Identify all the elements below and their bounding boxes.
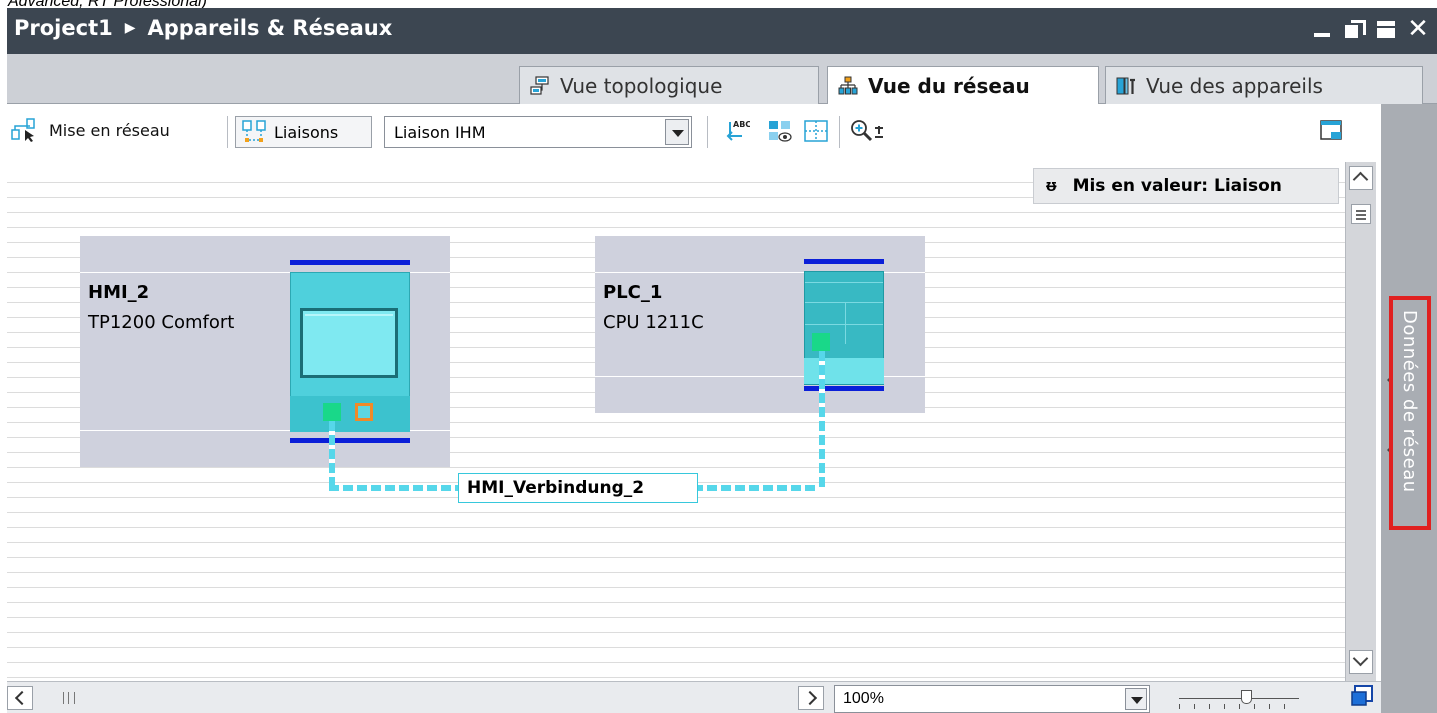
side-tab-label: Données de réseau bbox=[1399, 310, 1420, 493]
highlight-label: Mis en valeur: Liaison bbox=[1072, 176, 1282, 196]
close-icon[interactable]: ✕ bbox=[1407, 16, 1429, 42]
zoom-slider-ticks bbox=[1179, 704, 1299, 709]
devices-icon bbox=[1116, 77, 1135, 94]
maximize-icon[interactable] bbox=[1375, 18, 1397, 40]
tab-device-view[interactable]: Vue des appareils bbox=[1105, 66, 1423, 104]
plc-module-line bbox=[805, 324, 883, 325]
device-model: TP1200 Comfort bbox=[88, 312, 235, 333]
hmi-panel-base bbox=[290, 396, 410, 432]
bottom-bar: 100% bbox=[7, 681, 1381, 713]
scroll-up-button[interactable] bbox=[1349, 166, 1373, 190]
show-interfaces-icon[interactable] bbox=[767, 118, 793, 144]
zoom-slider[interactable] bbox=[1179, 690, 1299, 710]
connections-icon bbox=[242, 120, 266, 142]
hmi-ethernet-port-icon[interactable] bbox=[323, 403, 341, 421]
device-name: PLC_1 bbox=[603, 282, 663, 303]
toolbar-separator bbox=[839, 116, 840, 148]
zoom-slider-thumb[interactable] bbox=[1241, 690, 1252, 704]
networking-icon bbox=[11, 118, 35, 142]
breadcrumb: Project1 ▶ Appareils & Réseaux bbox=[14, 16, 392, 40]
horizontal-scroll-thumb[interactable] bbox=[63, 692, 75, 704]
hmi-screen-icon bbox=[300, 308, 398, 378]
overview-navigation-icon[interactable] bbox=[1350, 684, 1376, 710]
zoom-select[interactable]: 100% bbox=[834, 685, 1150, 713]
connection-label[interactable]: HMI_Verbindung_2 bbox=[458, 473, 698, 503]
hmi-bottom-bus-bar bbox=[290, 438, 410, 443]
networking-button[interactable]: Mise en réseau bbox=[11, 118, 170, 142]
scroll-thumb[interactable] bbox=[1351, 204, 1371, 224]
title-bar: Project1 ▶ Appareils & Réseaux ✕ bbox=[7, 8, 1437, 54]
window-controls: ✕ bbox=[1311, 16, 1429, 42]
scroll-left-button[interactable] bbox=[7, 686, 33, 710]
layout-panel-icon[interactable] bbox=[1319, 118, 1345, 144]
plc-bottom-bus-bar bbox=[804, 386, 884, 391]
network-toolbar: Mise en réseau Liaisons Liaison IHM ABC bbox=[7, 104, 1382, 162]
plc-module-base bbox=[804, 358, 884, 384]
tab-label: Vue du réseau bbox=[868, 74, 1030, 98]
topology-icon bbox=[530, 75, 549, 95]
highlight-badge[interactable]: ᵿ Mis en valeur: Liaison bbox=[1033, 168, 1339, 204]
network-data-side-tab[interactable]: Données de réseau bbox=[1389, 296, 1431, 530]
hmi-top-bus-bar bbox=[290, 260, 410, 265]
zoom-slider-track bbox=[1179, 698, 1299, 699]
connection-line[interactable] bbox=[329, 421, 335, 491]
breadcrumb-section[interactable]: Appareils & Réseaux bbox=[148, 16, 393, 40]
connection-line[interactable] bbox=[819, 351, 825, 491]
vertical-scrollbar[interactable] bbox=[1345, 162, 1376, 681]
pin-icon[interactable]: ᵿ bbox=[1046, 176, 1057, 196]
connections-button[interactable]: Liaisons bbox=[235, 116, 372, 148]
plc-ethernet-port-icon[interactable] bbox=[812, 333, 830, 351]
breadcrumb-separator-icon: ▶ bbox=[124, 20, 136, 36]
toolbar-separator bbox=[707, 116, 708, 148]
connections-label: Liaisons bbox=[274, 122, 339, 142]
breadcrumb-project[interactable]: Project1 bbox=[14, 16, 113, 40]
scroll-right-button[interactable] bbox=[798, 686, 824, 710]
chevron-down-icon[interactable] bbox=[1125, 688, 1147, 710]
plc-module-line bbox=[805, 282, 883, 283]
network-icon bbox=[838, 76, 858, 95]
tab-network-view[interactable]: Vue du réseau bbox=[827, 66, 1099, 105]
connection-type-select[interactable]: Liaison IHM bbox=[384, 116, 692, 148]
plc-top-bus-bar bbox=[804, 259, 884, 264]
zoom-in-icon[interactable] bbox=[849, 118, 889, 144]
tab-topology-view[interactable]: Vue topologique bbox=[519, 66, 819, 104]
device-name: HMI_2 bbox=[88, 282, 150, 303]
scroll-down-button[interactable] bbox=[1349, 650, 1373, 674]
float-window-icon[interactable] bbox=[1343, 18, 1366, 40]
networking-label: Mise en réseau bbox=[49, 120, 170, 140]
view-tab-bar: Vue topologique Vue du réseau Vue des ap… bbox=[7, 54, 1437, 105]
minimize-icon[interactable] bbox=[1311, 18, 1333, 40]
device-model: CPU 1211C bbox=[603, 312, 704, 333]
zoom-value: 100% bbox=[843, 690, 884, 707]
tab-label: Vue des appareils bbox=[1146, 73, 1323, 98]
plc-module-line bbox=[845, 302, 846, 344]
connection-type-value: Liaison IHM bbox=[394, 123, 486, 142]
plc-module-line bbox=[805, 302, 883, 303]
hmi-profibus-port-icon[interactable] bbox=[355, 403, 373, 421]
tab-label: Vue topologique bbox=[560, 73, 723, 98]
page-break-icon[interactable] bbox=[803, 118, 829, 144]
toolbar-separator bbox=[227, 116, 228, 148]
svg-text:ABC: ABC bbox=[733, 120, 750, 129]
show-address-labels-icon[interactable]: ABC bbox=[724, 118, 750, 144]
chevron-down-icon[interactable] bbox=[665, 119, 689, 145]
tia-portal-window: Advanced, RT Professional) Project1 ▶ Ap… bbox=[0, 0, 1437, 713]
